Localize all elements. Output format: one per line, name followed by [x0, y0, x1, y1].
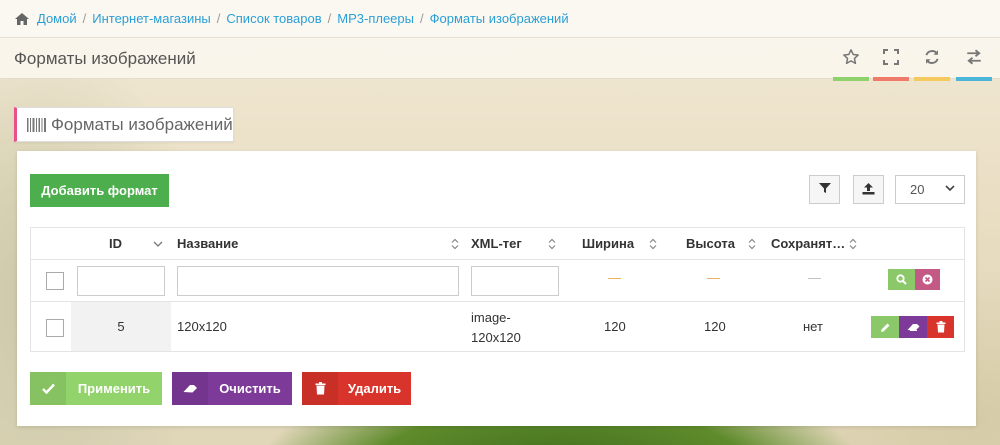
sort-icon[interactable] [451, 228, 459, 260]
swap-icon [965, 48, 983, 71]
column-keep[interactable]: Сохранят… [771, 228, 845, 260]
trash-icon [302, 372, 338, 405]
cell-keep: нет [803, 319, 823, 334]
upload-icon [862, 182, 875, 198]
row-checkbox[interactable] [46, 319, 64, 337]
widget-title: Форматы изображений [51, 114, 233, 134]
edit-button[interactable] [871, 316, 899, 338]
main-panel: Добавить формат 20 ID Название XML-тег Ш… [17, 151, 976, 426]
breadcrumb-separator: / [216, 11, 221, 26]
fullscreen-button[interactable] [873, 38, 909, 81]
clear-row-button[interactable] [899, 316, 927, 338]
breadcrumb-separator: / [82, 11, 87, 26]
refresh-icon [923, 48, 941, 71]
delete-label: Удалить [347, 381, 402, 396]
filter-height-dash: — [707, 270, 720, 285]
refresh-button[interactable] [914, 38, 950, 81]
eraser-icon [172, 372, 208, 405]
clear-label: Очистить [219, 381, 281, 396]
export-button[interactable] [853, 175, 884, 204]
cell-height: 120 [704, 319, 726, 334]
page-header: Форматы изображений [0, 38, 1000, 81]
sort-desc-icon[interactable] [153, 228, 163, 260]
check-icon [30, 372, 66, 405]
breadcrumb: Домой / Интернет-магазины / Список товар… [0, 0, 1000, 38]
delete-row-button[interactable] [927, 316, 954, 338]
column-width[interactable]: Ширина [582, 228, 634, 260]
breadcrumb-current[interactable]: Форматы изображений [430, 11, 569, 26]
cell-xml-tag-line2: 120x120 [471, 330, 521, 345]
trash-icon [936, 321, 945, 333]
cell-width: 120 [604, 319, 626, 334]
delete-button[interactable]: Удалить [302, 372, 411, 405]
breadcrumb-shops[interactable]: Интернет-магазины [92, 11, 211, 26]
clear-button[interactable]: Очистить [172, 372, 292, 405]
formats-table: ID Название XML-тег Ширина Высота Сохран… [30, 227, 965, 352]
select-all-checkbox[interactable] [46, 272, 64, 290]
reset-filter-button[interactable] [915, 269, 940, 290]
page-size-value: 20 [910, 182, 925, 197]
swap-button[interactable] [956, 38, 992, 81]
filter-keep-dash: — [808, 270, 821, 285]
filter-row: — — — [31, 260, 964, 302]
star-icon [842, 48, 860, 71]
widget-title-tab: Форматы изображений [14, 107, 234, 142]
filter-width-dash: — [608, 270, 621, 285]
add-format-button[interactable]: Добавить формат [30, 174, 169, 207]
sort-icon[interactable] [849, 228, 857, 260]
eraser-icon [907, 324, 919, 331]
page-title: Форматы изображений [14, 49, 196, 68]
barcode-icon [27, 117, 47, 133]
breadcrumb-home[interactable]: Домой [37, 11, 77, 26]
page-size-select[interactable]: 20 [895, 175, 965, 204]
pencil-icon [880, 323, 889, 332]
column-id[interactable]: ID [109, 228, 122, 260]
sort-icon[interactable] [748, 228, 756, 260]
filter-icon [818, 182, 831, 197]
breadcrumb-products[interactable]: Список товаров [226, 11, 321, 26]
table-row[interactable]: 5 120x120 image- 120x120 120 120 нет [31, 302, 964, 351]
home-icon[interactable] [14, 12, 30, 26]
cell-name: 120x120 [177, 319, 227, 334]
filter-name-input[interactable] [177, 266, 459, 296]
breadcrumb-separator: / [419, 11, 424, 26]
filter-id-input[interactable] [77, 266, 165, 296]
breadcrumb-mp3[interactable]: MP3-плееры [337, 11, 414, 26]
column-height[interactable]: Высота [686, 228, 735, 260]
favorite-button[interactable] [833, 38, 869, 81]
search-icon [896, 274, 907, 285]
column-xml-tag[interactable]: XML-тег [471, 228, 522, 260]
sort-icon[interactable] [649, 228, 657, 260]
search-button[interactable] [888, 269, 915, 290]
apply-button[interactable]: Применить [30, 372, 162, 405]
fullscreen-icon [883, 48, 899, 70]
close-circle-icon [922, 274, 933, 285]
cell-id-value: 5 [117, 319, 125, 334]
filter-button[interactable] [809, 175, 840, 204]
chevron-down-icon [944, 182, 956, 197]
apply-label: Применить [77, 381, 151, 396]
filter-xml-input[interactable] [471, 266, 559, 296]
cell-id: 5 [71, 302, 171, 351]
cell-xml-tag-line1: image- [471, 310, 511, 325]
table-header: ID Название XML-тег Ширина Высота Сохран… [31, 228, 964, 260]
column-name[interactable]: Название [177, 228, 238, 260]
breadcrumb-separator: / [327, 11, 332, 26]
sort-icon[interactable] [548, 228, 556, 260]
